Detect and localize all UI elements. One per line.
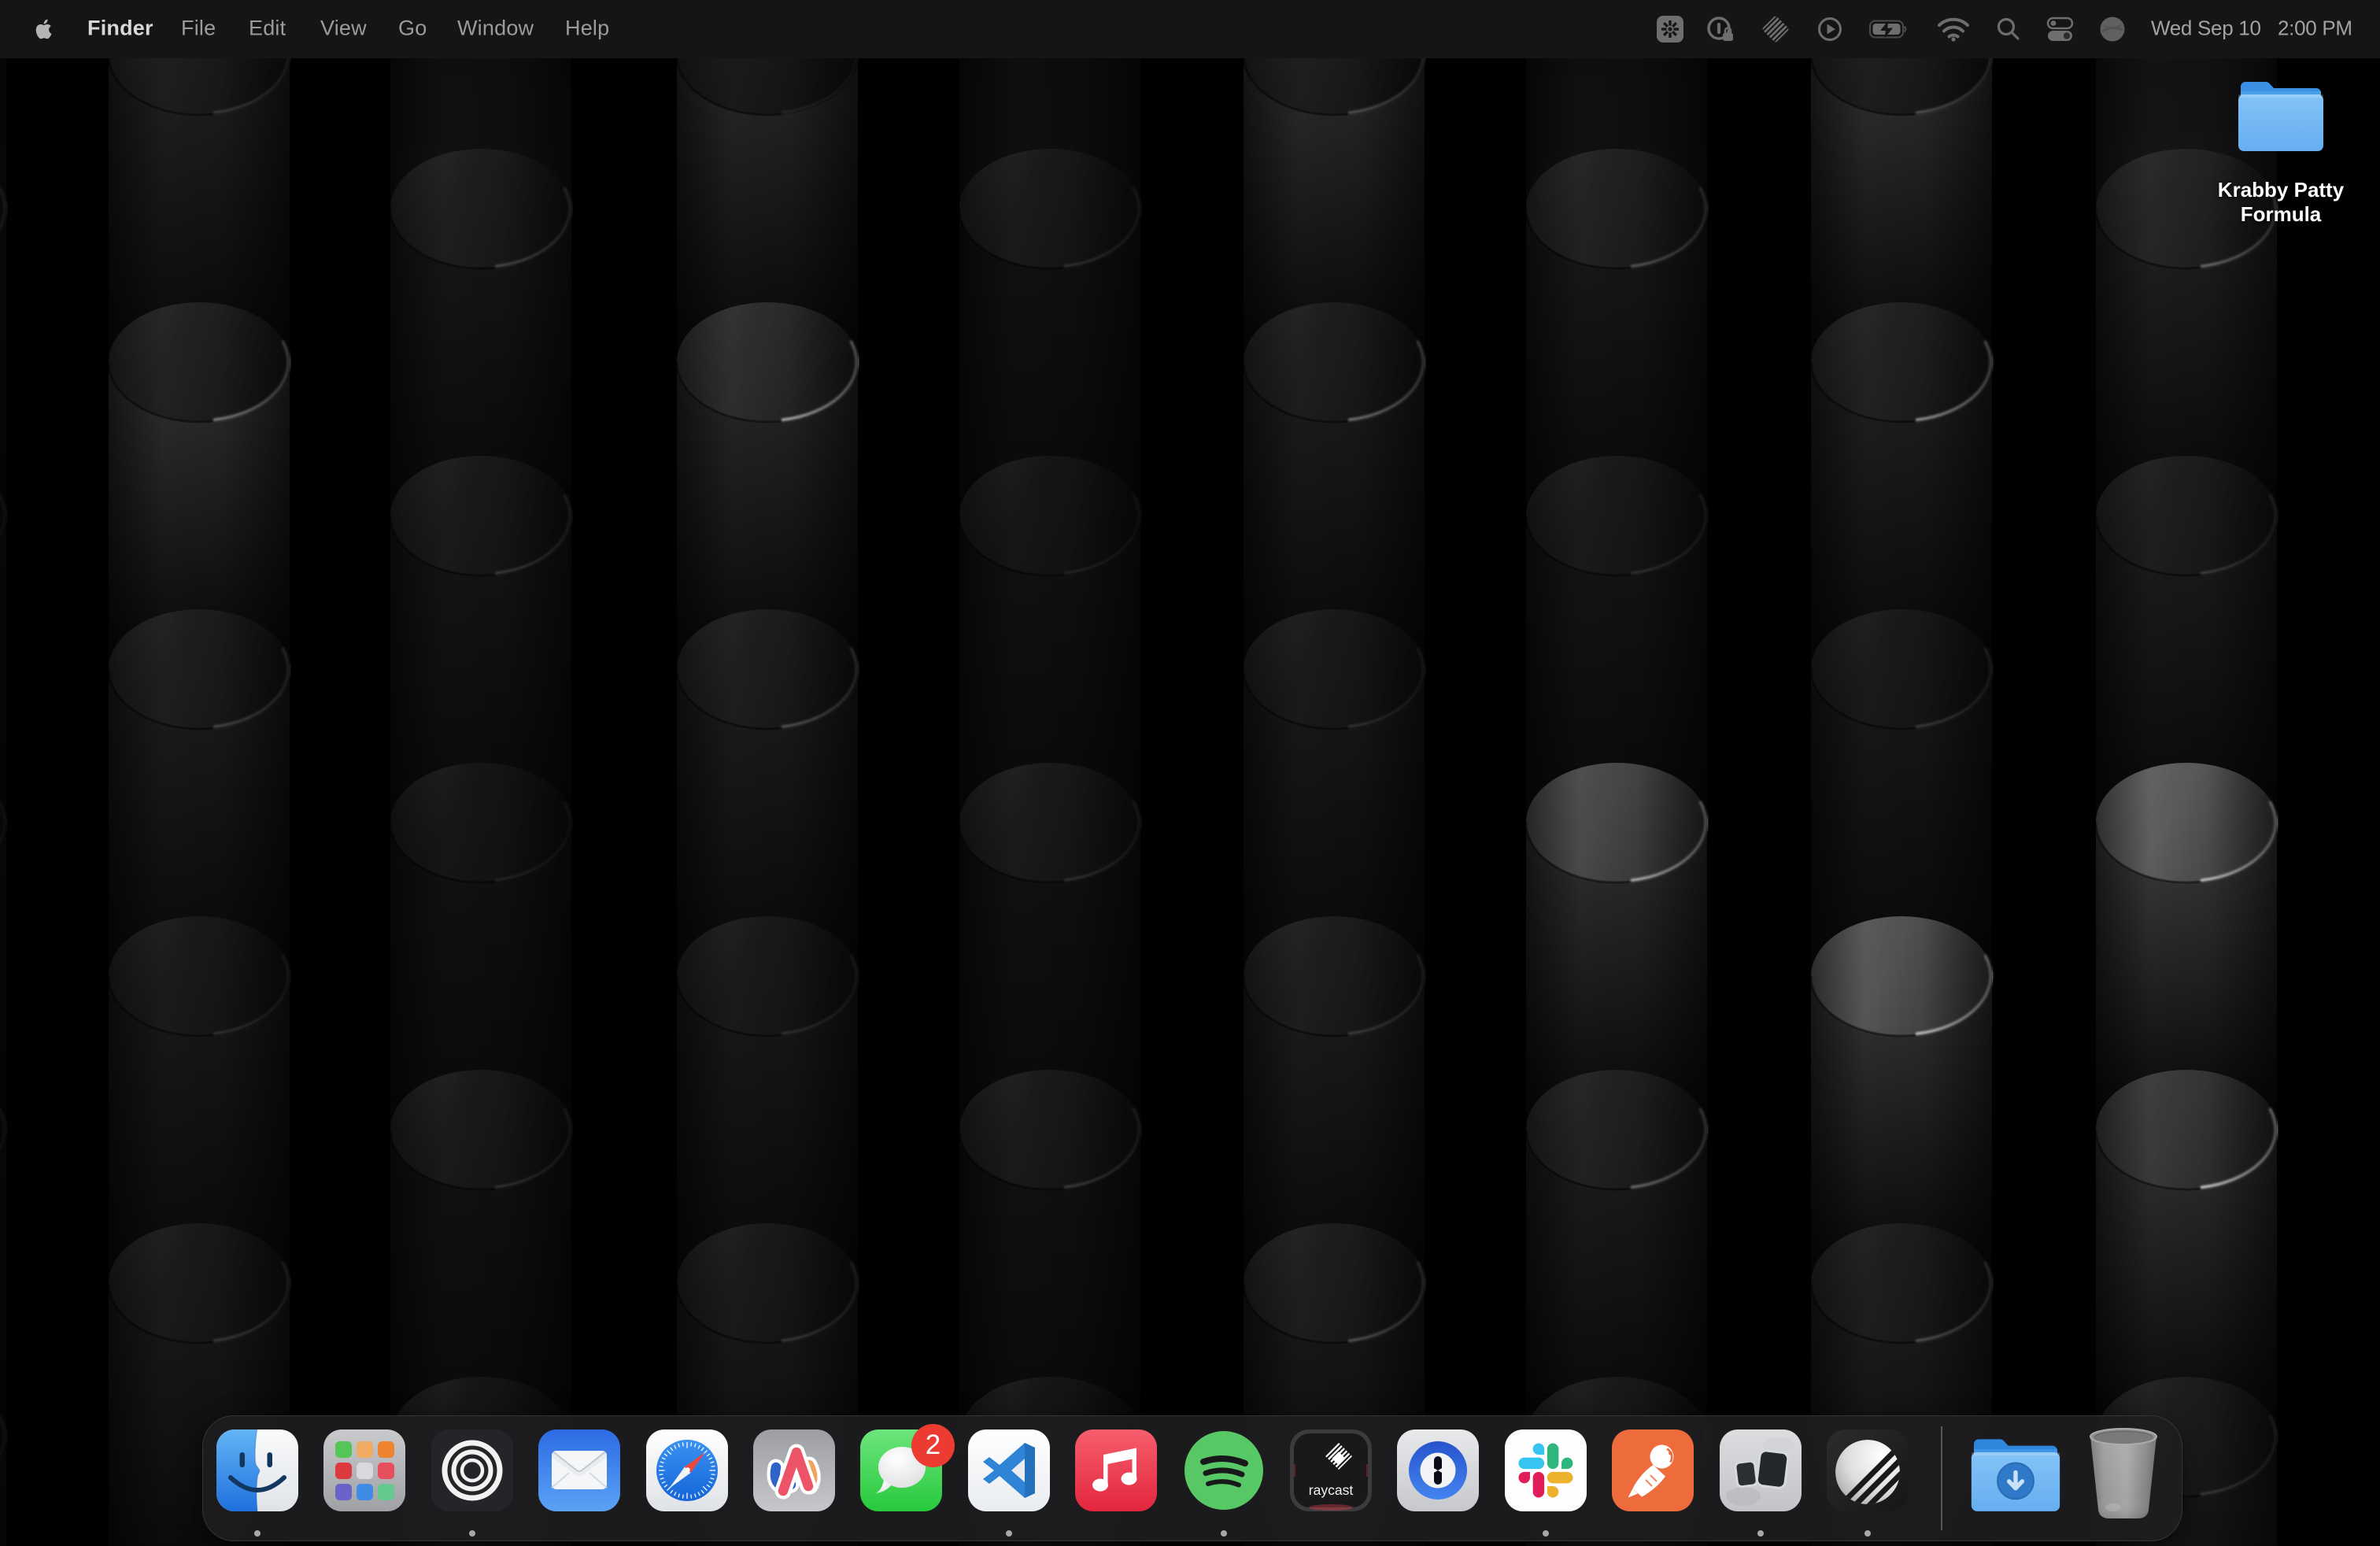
- svg-text:raycast: raycast: [1309, 1482, 1354, 1498]
